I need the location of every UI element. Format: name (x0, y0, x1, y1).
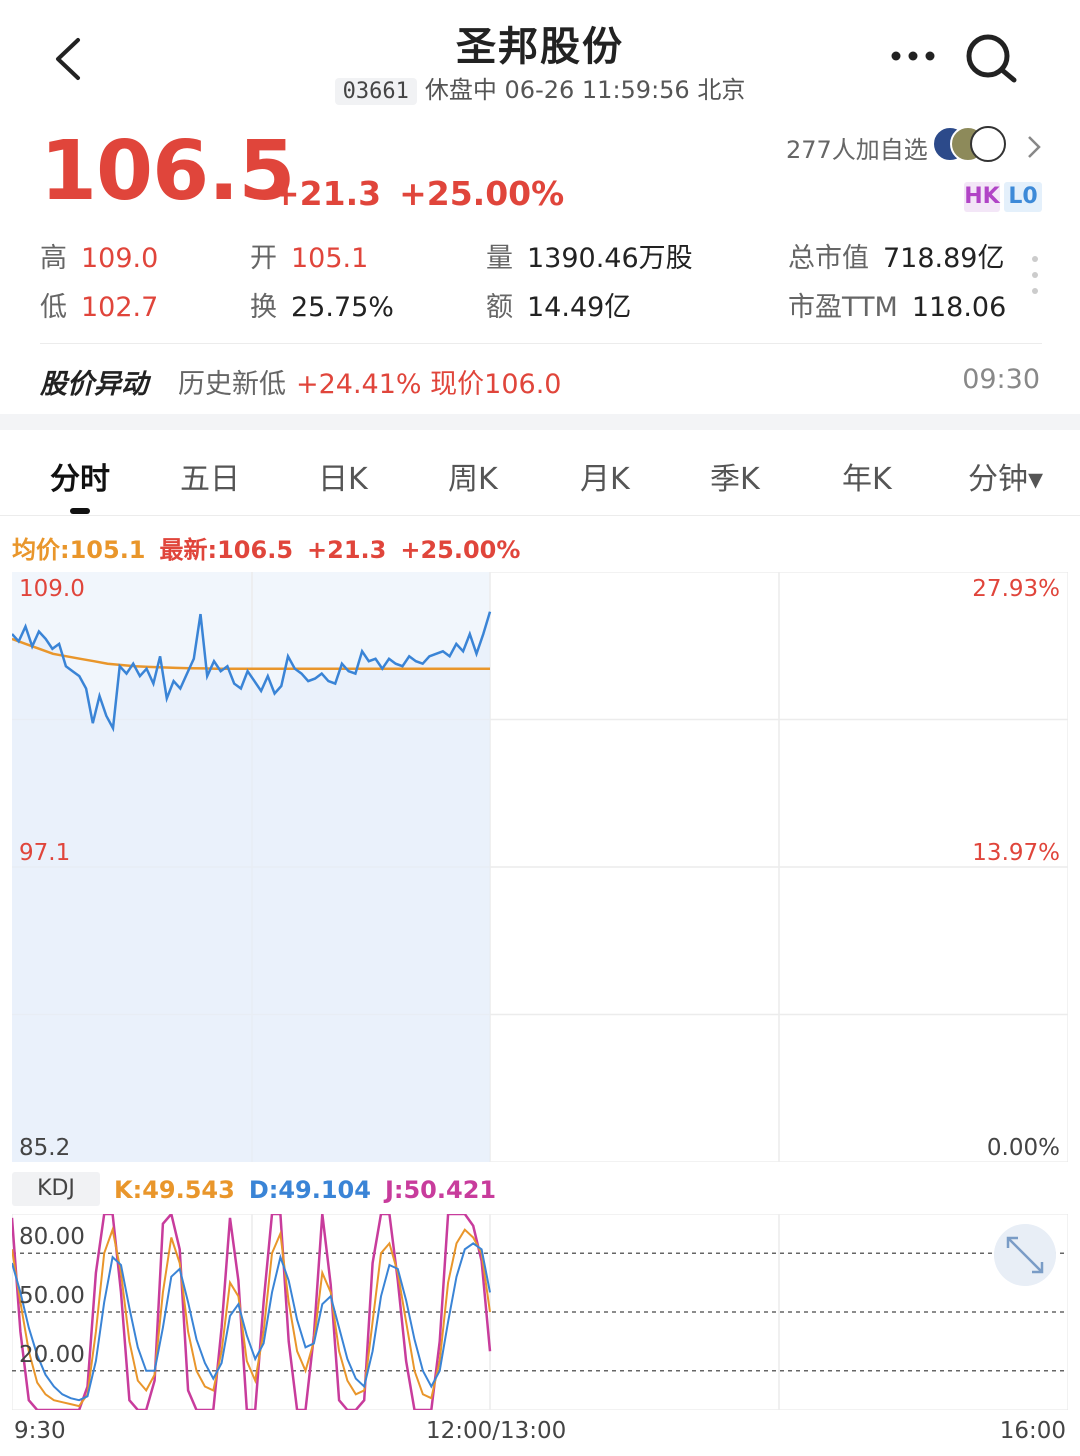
y-label-bottom: 85.2 (19, 1135, 71, 1161)
avg-price-label: 均价:105.1 (12, 536, 146, 564)
stat-turnover: 换 25.75% (250, 292, 394, 323)
alert-title: 股价异动 (40, 369, 148, 400)
legend-change: +21.3 (307, 536, 387, 564)
price-area-fill (12, 611, 490, 1162)
avatar (970, 126, 1006, 162)
stat-amount: 额 14.49亿 (486, 292, 632, 323)
intraday-legend: 均价:105.1 最新:106.5 +21.3 +25.00% (12, 530, 520, 565)
more-stats-icon[interactable] (1030, 254, 1040, 298)
divider (40, 343, 1042, 344)
k-value: K:49.543 (114, 1176, 235, 1204)
x-label-midday: 12:00/13:00 (426, 1418, 567, 1444)
tab-month-k[interactable]: 月K (580, 454, 630, 498)
tab-minute[interactable]: 分钟▾ (968, 454, 1043, 498)
x-label-open: 9:30 (14, 1418, 66, 1444)
kdj-values: K:49.543 D:49.104 J:50.421 (114, 1176, 496, 1204)
y-label-mid: 97.1 (19, 840, 71, 866)
expand-chart-icon[interactable] (994, 1224, 1056, 1286)
legend-change-pct: +25.00% (400, 536, 521, 564)
latest-price-label: 最新:106.5 (159, 536, 294, 564)
market-status: 休盘中 06-26 11:59:56 北京 (424, 76, 746, 104)
d-value: D:49.104 (248, 1176, 371, 1204)
current-price: 106.5 (40, 124, 295, 219)
section-divider (0, 414, 1080, 430)
search-icon[interactable] (962, 30, 1022, 86)
kdj-label-80: 80.00 (19, 1224, 85, 1250)
stat-volume: 量 1390.46万股 (486, 243, 693, 274)
change-value: +21.3 (272, 174, 382, 213)
alert-text[interactable]: 历史新低 +24.41% 现价106.0 (178, 362, 561, 401)
j-value: J:50.421 (384, 1176, 497, 1204)
tab-day-k[interactable]: 日K (318, 454, 368, 498)
chevron-right-icon[interactable] (1024, 134, 1044, 160)
tab-intraday[interactable]: 分时 (50, 454, 110, 498)
kdj-chart[interactable] (12, 1214, 1068, 1410)
kdj-label-20: 20.00 (19, 1342, 85, 1368)
stat-high: 高 109.0 (40, 243, 159, 274)
watchers-count[interactable]: 277人加自选 (786, 130, 928, 165)
chart-period-tabs: 分时 五日 日K 周K 月K 季K 年K 分钟▾ (0, 432, 1080, 516)
stat-pe-ttm: 市盈TTM 118.06 (788, 292, 1007, 323)
pct-label-mid: 13.97% (972, 840, 1060, 866)
stat-open: 开 105.1 (250, 243, 369, 274)
tab-week-k[interactable]: 周K (448, 454, 498, 498)
price-change: +21.3 +25.00% (272, 174, 564, 213)
change-percent: +25.00% (399, 174, 565, 213)
quote-status-line: 03661 休盘中 06-26 11:59:56 北京 (0, 70, 1080, 105)
active-tab-indicator (70, 508, 90, 514)
kdj-label-50: 50.00 (19, 1283, 85, 1309)
market-tag-hk: HK (964, 182, 1000, 212)
pct-label-top: 27.93% (972, 576, 1060, 602)
watcher-avatars[interactable] (932, 126, 1012, 166)
y-label-top: 109.0 (19, 576, 85, 602)
x-label-close: 16:00 (999, 1418, 1066, 1444)
alert-time: 09:30 (962, 364, 1040, 395)
level-tag: L0 (1004, 182, 1042, 212)
more-icon[interactable] (888, 46, 938, 66)
tab-quarter-k[interactable]: 季K (710, 454, 760, 498)
stat-low: 低 102.7 (40, 292, 159, 323)
tab-year-k[interactable]: 年K (842, 454, 892, 498)
stock-code: 03661 (334, 78, 417, 105)
indicator-selector[interactable]: KDJ (12, 1172, 100, 1206)
intraday-price-chart[interactable] (12, 572, 1068, 1162)
pct-label-bottom: 0.00% (986, 1135, 1060, 1161)
tab-five-day[interactable]: 五日 (180, 454, 240, 498)
stat-market-cap: 总市值 718.89亿 (788, 243, 1005, 274)
